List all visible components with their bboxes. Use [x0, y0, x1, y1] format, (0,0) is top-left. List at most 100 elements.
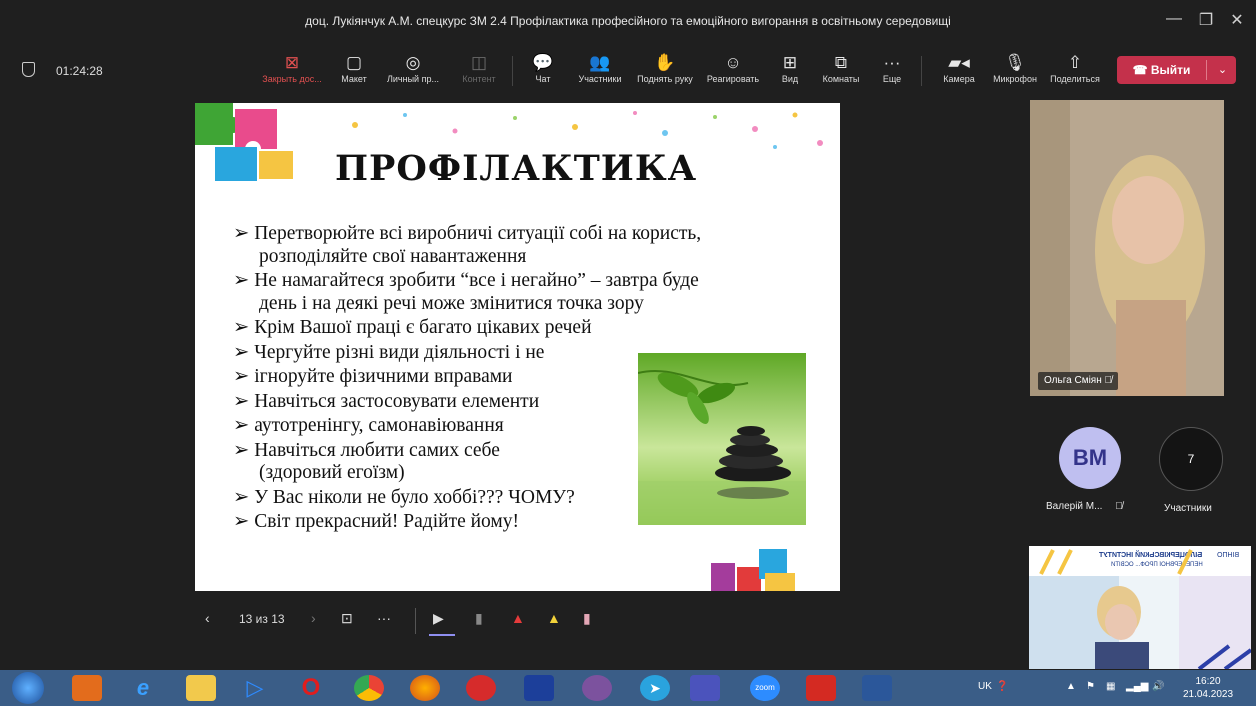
- viber-icon[interactable]: [582, 675, 612, 701]
- next-slide-icon[interactable]: ›: [311, 610, 316, 626]
- rooms-icon: ⧉: [834, 53, 848, 72]
- close-share-button[interactable]: ⊠ Закрыть дос...: [258, 52, 326, 84]
- participants-button[interactable]: 👥 Участники: [572, 52, 628, 84]
- slide-grid-icon[interactable]: ⊡: [341, 610, 353, 627]
- help-icon[interactable]: ❓: [996, 681, 1008, 692]
- mic-button[interactable]: 🎙 Микрофон: [988, 52, 1042, 84]
- close-icon[interactable]: ✕: [1222, 10, 1252, 30]
- chat-button[interactable]: 💬 Чат: [528, 52, 558, 84]
- signal-icon[interactable]: ▂▄▆: [1126, 681, 1148, 692]
- layout-icon: ▢: [345, 53, 363, 72]
- slide-counter: 13 из 13: [239, 612, 285, 626]
- phone-icon: ☎: [1132, 63, 1148, 77]
- bullet-line: ➢ Перетворюйте всі виробничі ситуації со…: [233, 223, 702, 244]
- eye-icon: ◎: [405, 53, 421, 72]
- word-icon[interactable]: [862, 675, 892, 701]
- zoom-icon[interactable]: zoom: [750, 675, 780, 701]
- react-button[interactable]: ☺ Реагировать: [702, 52, 764, 84]
- raise-hand-button[interactable]: ✋ Поднять руку: [632, 52, 698, 84]
- app-icon[interactable]: [72, 675, 102, 701]
- shield-icon: [22, 62, 35, 77]
- explorer-icon[interactable]: [186, 675, 216, 701]
- share-button[interactable]: ⇧ Поделиться: [1046, 52, 1104, 84]
- nav-divider: [415, 608, 416, 634]
- close-share-icon: ⊠: [284, 53, 300, 72]
- volume-icon[interactable]: 🔊: [1152, 681, 1164, 692]
- window-title: доц. Лукіянчук А.М. спецкурс ЗМ 2.4 Проф…: [305, 14, 951, 28]
- participant-count-button[interactable]: 7: [1159, 427, 1223, 491]
- avatar-name: Валерій М... 🎙̸: [1046, 501, 1123, 512]
- participants-icon: 👥: [589, 53, 611, 72]
- slide-title: ПРОФІЛАКТИКА: [335, 148, 698, 189]
- shared-slide: ПРОФІЛАКТИКА ➢ Перетворюйте всі виробнич…: [195, 103, 840, 591]
- share-icon: ⇧: [1067, 53, 1083, 72]
- leave-divider: [1206, 60, 1207, 80]
- system-clock[interactable]: 16:20 21.04.2023: [1178, 675, 1238, 701]
- meeting-timer: 01:24:28: [56, 64, 103, 78]
- active-tool-indicator: [429, 634, 455, 636]
- prev-slide-icon[interactable]: ‹: [205, 610, 210, 626]
- pen-icon[interactable]: ▮: [475, 610, 483, 627]
- toolbar-divider: [921, 56, 922, 86]
- puzzle-decoration: [711, 549, 795, 591]
- more-icon: ···: [883, 53, 901, 72]
- toolbar-divider: [512, 56, 513, 86]
- eraser-icon[interactable]: ▮: [583, 610, 591, 627]
- save-icon[interactable]: [524, 675, 554, 701]
- media-player-icon[interactable]: ▷: [240, 675, 270, 701]
- participant-count-label: Участники: [1164, 503, 1212, 514]
- flag-icon[interactable]: ⚑: [1086, 681, 1095, 692]
- start-button[interactable]: [12, 672, 44, 704]
- screen-share-thumbnail[interactable]: БІЛОЦЕРКІВСЬКИЙ ІНСТИТУТ НЕПЕРЕРВНОЇ ПРО…: [1029, 546, 1251, 669]
- chevron-down-icon[interactable]: ⌄: [1209, 56, 1236, 84]
- bullet-line: день і на деякі речі може змінитися точк…: [259, 292, 644, 314]
- firefox-icon[interactable]: [410, 675, 440, 701]
- mic-icon: 🎙: [1004, 53, 1026, 72]
- view-button[interactable]: ⊞ Вид: [776, 52, 804, 84]
- more-icon[interactable]: ···: [377, 610, 391, 626]
- bullet-line: розподіляйте свої навантаження: [259, 245, 527, 267]
- avatar[interactable]: ВМ: [1059, 427, 1121, 489]
- ie-icon[interactable]: e: [128, 675, 158, 701]
- bullet-line: ➢ Крім Вашої праці є багато цікавих рече…: [233, 317, 592, 338]
- minimize-icon[interactable]: —: [1159, 10, 1189, 28]
- camera-icon: ▰◂: [948, 53, 970, 72]
- maximize-icon[interactable]: ❐: [1191, 10, 1221, 30]
- grid-icon: ⊞: [782, 53, 798, 72]
- mic-muted-icon: 🎙̸: [1104, 375, 1113, 386]
- content-button[interactable]: ◫ Контент: [458, 52, 500, 84]
- puzzle-decoration: [195, 103, 293, 181]
- highlighter-icon[interactable]: ▲: [547, 610, 561, 626]
- pdf-icon[interactable]: [806, 675, 836, 701]
- meeting-toolbar: 01:24:28 ⊠ Закрыть дос... ▢ Макет ◎ Личн…: [0, 44, 1256, 96]
- app-icon[interactable]: [466, 675, 496, 701]
- zen-stones-image: [638, 353, 806, 525]
- title-bar: доц. Лукіянчук А.М. спецкурс ЗМ 2.4 Проф…: [0, 0, 1256, 44]
- chrome-icon[interactable]: [354, 675, 384, 701]
- camera-button[interactable]: ▰◂ Камера: [940, 52, 978, 84]
- content-icon: ◫: [470, 53, 488, 72]
- teams-icon[interactable]: [690, 675, 720, 701]
- slide-navigation: ‹ 13 из 13 › ⊡ ··· ▶ ▮ ▲ ▲ ▮: [195, 600, 615, 640]
- smile-icon: ☺: [724, 53, 742, 72]
- more-button[interactable]: ··· Еще: [878, 52, 906, 84]
- personal-view-button[interactable]: ◎ Личный пр...: [382, 52, 444, 84]
- network-icon[interactable]: ▦: [1106, 681, 1115, 692]
- opera-icon[interactable]: O: [296, 675, 326, 701]
- participant-video-image: [1030, 100, 1224, 396]
- hand-icon: ✋: [654, 53, 676, 72]
- rooms-button[interactable]: ⧉ Комнаты: [818, 52, 864, 84]
- leave-button[interactable]: ☎ Выйти: [1117, 56, 1206, 84]
- language-indicator[interactable]: UK: [978, 681, 992, 692]
- bullet-line: ➢ Не намагайтеся зробити “все і негайно”…: [233, 270, 699, 291]
- taskbar: e ▷ O ➤ zoom UK ❓ ▲ ⚑ ▦ ▂▄▆ 🔊 16:20 21.0…: [0, 670, 1256, 706]
- leave-button-group: ☎ Выйти ⌄: [1117, 56, 1236, 84]
- participant-name-badge: Ольга Сміян 🎙̸: [1038, 372, 1119, 390]
- pointer-icon[interactable]: ▶: [433, 610, 444, 627]
- telegram-icon[interactable]: ➤: [640, 675, 670, 701]
- layout-button[interactable]: ▢ Макет: [336, 52, 372, 84]
- participant-video[interactable]: Ольга Сміян 🎙̸: [1030, 100, 1224, 396]
- tray-arrow-icon[interactable]: ▲: [1066, 681, 1076, 692]
- red-pen-icon[interactable]: ▲: [511, 610, 525, 626]
- chat-icon: 💬: [532, 53, 554, 72]
